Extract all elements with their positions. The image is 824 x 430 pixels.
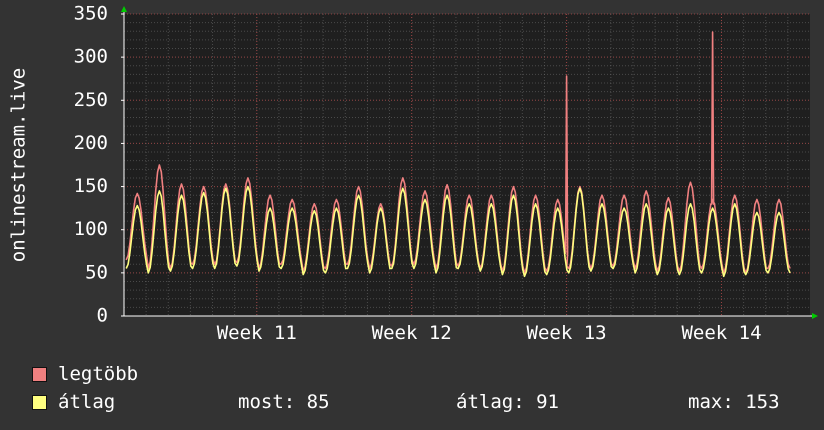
y-tick-label: 250 [74,89,108,111]
stat-max: max: 153 [688,391,780,413]
y-tick-labels: 0 50 100 150 200 250 300 350 [74,3,108,327]
y-axis-arrow [121,6,127,12]
stat-max-label: max: [688,391,734,413]
x-tick-label: Week 11 [217,322,297,344]
stat-max-value: 153 [745,391,780,413]
legend-avg-label: átlag [58,391,116,413]
y-tick-label: 200 [74,132,108,154]
x-axis-arrow [812,313,818,319]
legend-avg-swatch [32,395,47,410]
x-tick-label: Week 13 [527,322,607,344]
y-tick-label: 300 [74,46,108,68]
x-tick-labels: Week 11 Week 12 Week 13 Week 14 [217,322,762,344]
y-tick-label: 50 [85,261,108,283]
x-tick-label: Week 12 [372,322,452,344]
stat-atlag-label: átlag: [456,391,525,413]
x-tick-label: Week 14 [681,322,761,344]
stat-most-label: most: [238,391,296,413]
y-tick-label: 0 [97,305,108,327]
y-axis-label: onlinestream.live [8,68,30,262]
y-tick-label: 150 [74,175,108,197]
legend-max-label: legtöbb [58,363,139,385]
stat-atlag: átlag: 91 [456,391,559,413]
stat-most-value: 85 [306,391,330,413]
y-tick-label: 100 [74,218,108,240]
stat-most: most: 85 [238,391,330,413]
y-tick-label: 350 [74,3,108,25]
plot-background [124,14,810,316]
legend-max-swatch [32,367,47,382]
stat-atlag-value: 91 [536,391,559,413]
